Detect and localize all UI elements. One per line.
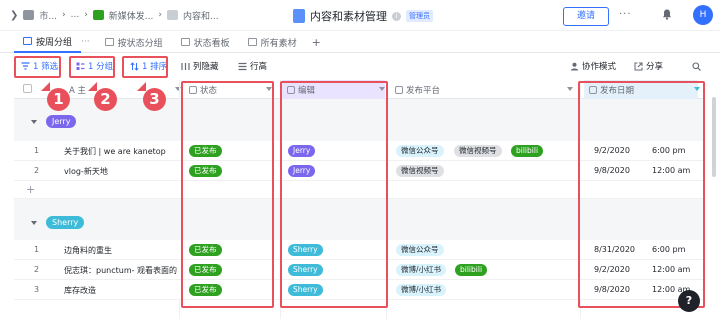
collapse-triangle-icon[interactable] [31, 120, 37, 124]
column-platform-label: 发布平台 [406, 85, 441, 96]
platform-tag[interactable]: bilibili [455, 264, 488, 276]
multi-select-icon [395, 85, 403, 94]
row-number: 1 [34, 245, 40, 254]
group-tag: Jerry [46, 115, 77, 128]
avatar[interactable]: H [693, 5, 713, 25]
breadcrumb-separator-icon: › [84, 10, 88, 20]
platform-tag[interactable]: 微信视频号 [454, 145, 502, 157]
bell-icon[interactable] [662, 9, 672, 20]
platform-tag[interactable]: bilibili [511, 145, 544, 157]
tab-label: 按状态分组 [117, 38, 163, 49]
sort-highlight-box [122, 56, 168, 78]
sidebar-toggle-icon[interactable]: ❯ [10, 10, 18, 21]
row-number: 1 [34, 146, 40, 155]
annotation-badge-1: 1 [47, 88, 70, 111]
status-column-highlight-box [181, 81, 274, 308]
tab-by-week[interactable]: 按周分组 [14, 32, 82, 53]
share-icon [634, 62, 643, 70]
annotation-pointer [137, 82, 146, 91]
top-bar: ❯ 市... › ... › 新媒体发... › 内容和... 内容和素材管理 … [0, 0, 720, 31]
add-view-button[interactable]: + [306, 36, 321, 49]
tab-label: 所有素材 [260, 38, 297, 49]
tab-by-status[interactable]: 按状态分组 [96, 32, 172, 53]
platform-tag[interactable]: 微信视频号 [396, 165, 444, 177]
share-label: 分享 [646, 62, 664, 72]
row-number: 3 [34, 285, 40, 294]
kanban-view-icon [180, 38, 190, 46]
row-number: 2 [34, 166, 40, 175]
row-height-label: 行高 [250, 62, 268, 72]
editor-column-highlight-box [280, 81, 388, 308]
vertical-scrollbar[interactable] [712, 97, 716, 177]
breadcrumb: ❯ 市... › ... › 新媒体发... › 内容和... [0, 9, 219, 22]
grid-view-icon [23, 37, 32, 45]
platform-tag[interactable]: 微博/小红书 [396, 264, 447, 276]
collab-mode-label: 协作模式 [582, 62, 617, 72]
annotation-pointer [88, 82, 97, 91]
row-height-button[interactable]: 行高 [234, 57, 271, 75]
person-icon [570, 62, 579, 70]
hide-fields-label: 列隐藏 [193, 62, 219, 72]
platform-tag[interactable]: 微博/小红书 [396, 284, 447, 296]
breadcrumb-item-2[interactable]: ... [71, 10, 80, 20]
tab-more-icon[interactable]: ··· [81, 37, 90, 47]
breadcrumb-item-4[interactable]: 内容和... [183, 9, 219, 22]
bitable-icon [293, 9, 305, 23]
annotation-badge-3: 3 [143, 88, 166, 111]
admin-badge: 管理员 [406, 10, 433, 22]
row-title[interactable]: 倪志琪：punctum- 观看表面的 [64, 265, 177, 276]
row-number: 2 [34, 265, 40, 274]
breadcrumb-separator-icon: › [61, 10, 66, 20]
tab-status-board[interactable]: 状态看板 [172, 32, 239, 53]
share-button[interactable]: 分享 [630, 57, 667, 75]
tab-label: 状态看板 [193, 38, 230, 49]
row-height-icon [238, 62, 247, 70]
grid-view-icon [247, 38, 257, 46]
tab-all-materials[interactable]: 所有素材 [239, 32, 306, 53]
platform-tag[interactable]: 微信公众号 [396, 244, 444, 256]
annotation-badge-2: 2 [94, 88, 117, 111]
info-icon[interactable]: i [392, 11, 401, 21]
column-hide-icon [181, 62, 190, 70]
add-record-icon[interactable]: + [26, 183, 35, 196]
chevron-down-icon[interactable] [567, 87, 573, 91]
select-all-checkbox[interactable] [23, 84, 32, 93]
group-tag: Sherry [46, 216, 85, 229]
tab-label: 按周分组 [36, 37, 73, 48]
document-icon [167, 10, 178, 20]
more-options-icon[interactable]: ··· [619, 9, 632, 20]
collab-mode-button[interactable]: 协作模式 [566, 57, 620, 75]
column-title-label: A 主 [69, 85, 87, 96]
group-highlight-box [69, 56, 115, 78]
platform-tag[interactable]: 微信公众号 [396, 145, 444, 157]
invite-button[interactable]: 邀请 [563, 7, 609, 26]
help-button[interactable]: ? [678, 290, 700, 312]
grid-view-icon [104, 38, 114, 46]
row-title[interactable]: 边角料的重生 [64, 245, 112, 256]
annotation-pointer [41, 82, 50, 91]
row-title[interactable]: 库存改造 [64, 285, 96, 296]
filter-highlight-box [14, 56, 61, 78]
breadcrumb-separator-icon: › [158, 10, 162, 20]
row-title[interactable]: vlog-新天地 [64, 166, 108, 177]
checkbox-folder-icon [92, 10, 104, 20]
breadcrumb-item-1[interactable]: 市... [39, 9, 57, 22]
folder-icon [23, 10, 35, 20]
view-tabs: 按周分组 ··· 按状态分组 状态看板 所有素材 + [0, 32, 720, 53]
row-title[interactable]: 关于我们 | we are kanetop [64, 146, 166, 157]
breadcrumb-item-3[interactable]: 新媒体发... [109, 9, 154, 22]
search-icon[interactable] [692, 62, 701, 71]
date-column-highlight-box [578, 81, 705, 308]
doc-title-area: 内容和素材管理 i 管理员 [293, 8, 433, 24]
column-header-platform[interactable]: 发布平台 [390, 80, 440, 99]
collapse-triangle-icon[interactable] [31, 221, 37, 225]
hide-fields-button[interactable]: 列隐藏 [177, 57, 223, 75]
page-title[interactable]: 内容和素材管理 [310, 8, 387, 24]
